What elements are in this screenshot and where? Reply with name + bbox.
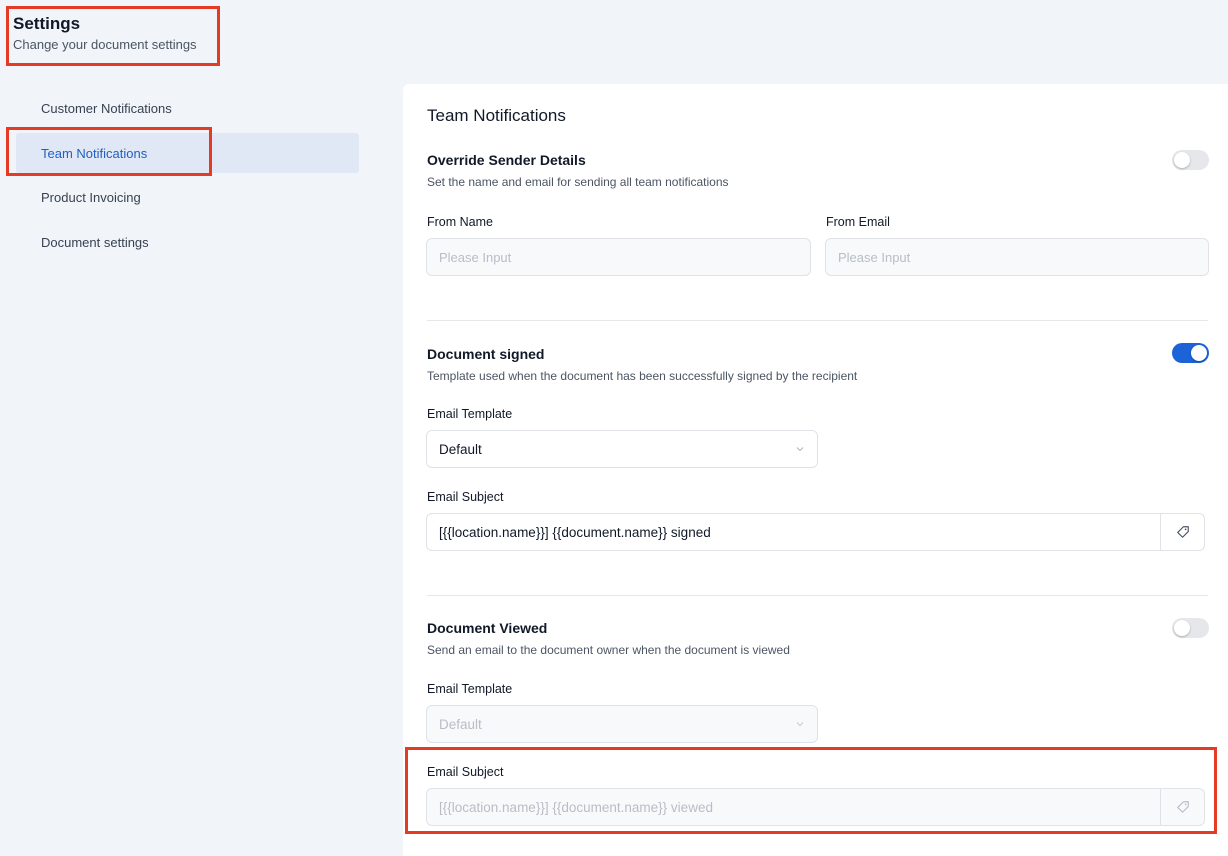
sidebar-item-customer-notifications[interactable]: Customer Notifications xyxy=(16,88,359,128)
override-sender-title: Override Sender Details xyxy=(427,152,586,168)
override-sender-toggle[interactable] xyxy=(1172,150,1209,170)
sidebar-item-document-settings[interactable]: Document settings xyxy=(16,222,359,262)
section-divider xyxy=(427,320,1208,321)
document-signed-toggle[interactable] xyxy=(1172,343,1209,363)
document-viewed-toggle[interactable] xyxy=(1172,618,1209,638)
sidebar-item-label: Team Notifications xyxy=(41,145,148,161)
insert-tag-button[interactable] xyxy=(1160,789,1204,825)
tag-icon xyxy=(1176,526,1189,538)
document-signed-title: Document signed xyxy=(427,346,545,362)
chevron-down-icon xyxy=(796,447,804,452)
viewed-subject-input[interactable]: [{{location.name}}] {{document.name}} vi… xyxy=(426,788,1205,826)
viewed-subject-label: Email Subject xyxy=(427,765,504,779)
page-title: Settings xyxy=(13,14,81,33)
from-email-label: From Email xyxy=(826,215,890,229)
document-signed-description: Template used when the document has been… xyxy=(427,369,858,383)
document-viewed-description: Send an email to the document owner when… xyxy=(427,643,790,657)
page-subtitle: Change your document settings xyxy=(13,37,197,52)
toggle-knob xyxy=(1191,345,1207,361)
from-name-input[interactable]: Please Input xyxy=(426,238,811,276)
tag-icon xyxy=(1176,801,1189,813)
document-viewed-title: Document Viewed xyxy=(427,620,548,636)
from-email-input[interactable]: Please Input xyxy=(825,238,1209,276)
settings-page: Settings Change your document settings C… xyxy=(0,0,1228,856)
section-divider xyxy=(427,595,1208,596)
override-sender-description: Set the name and email for sending all t… xyxy=(427,175,729,189)
chevron-down-icon xyxy=(796,722,804,727)
signed-template-value: Default xyxy=(439,441,482,457)
insert-tag-button[interactable] xyxy=(1160,514,1204,550)
sidebar-item-label: Product Invoicing xyxy=(41,189,141,205)
signed-template-label: Email Template xyxy=(427,407,513,421)
signed-subject-value: [{{location.name}}] {{document.name}} si… xyxy=(439,524,711,540)
signed-subject-label: Email Subject xyxy=(427,490,504,504)
viewed-template-select[interactable]: Default xyxy=(426,705,818,743)
signed-subject-input[interactable]: [{{location.name}}] {{document.name}} si… xyxy=(426,513,1205,551)
viewed-subject-value: [{{location.name}}] {{document.name}} vi… xyxy=(439,799,713,815)
viewed-template-label: Email Template xyxy=(427,682,513,696)
team-notifications-panel: Team Notifications Override Sender Detai… xyxy=(403,84,1228,856)
sidebar-item-label: Customer Notifications xyxy=(41,100,172,116)
from-name-label: From Name xyxy=(427,215,493,229)
toggle-knob xyxy=(1174,152,1190,168)
toggle-knob xyxy=(1174,620,1190,636)
sidebar-item-label: Document settings xyxy=(41,234,149,250)
sidebar-item-product-invoicing[interactable]: Product Invoicing xyxy=(16,177,359,217)
page-header: Settings Change your document settings xyxy=(6,6,220,66)
panel-title: Team Notifications xyxy=(427,106,566,125)
sidebar-item-team-notifications[interactable]: Team Notifications xyxy=(16,133,359,173)
signed-template-select[interactable]: Default xyxy=(426,430,818,468)
viewed-template-value: Default xyxy=(439,716,482,732)
